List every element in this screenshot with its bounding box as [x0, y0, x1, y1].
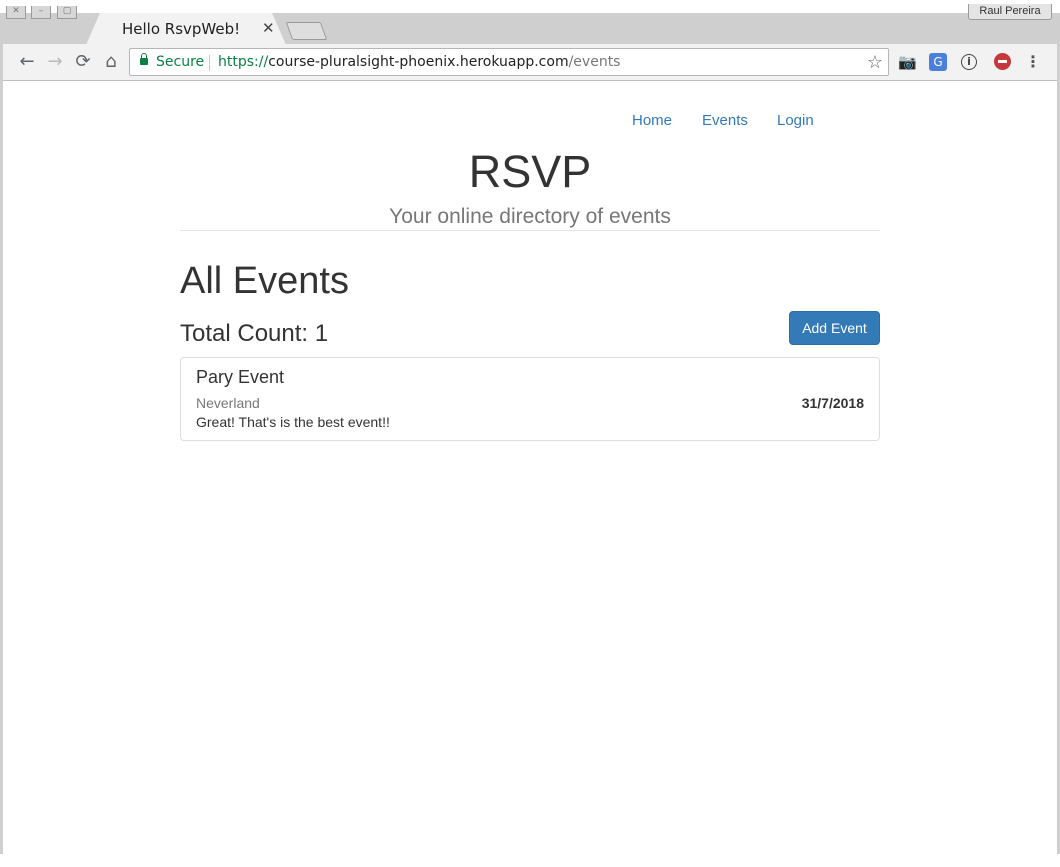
home-icon[interactable]: ⌂: [101, 52, 121, 72]
browser-titlebar: ✕ – ▢ Raul Pereira Hello RsvpWeb! ✕: [0, 0, 1060, 45]
window-maximize-icon[interactable]: ▢: [57, 6, 77, 19]
event-location: Neverland: [196, 395, 260, 411]
nav-home-link[interactable]: Home: [632, 112, 672, 129]
menu-icon[interactable]: ⋮: [1024, 53, 1042, 71]
add-event-button[interactable]: Add Event: [789, 311, 880, 345]
new-tab-button[interactable]: [285, 22, 328, 40]
secure-label: Secure: [156, 54, 205, 70]
tab-close-icon[interactable]: ✕: [262, 19, 275, 37]
page-content: Home Events Login RSVP Your online direc…: [3, 82, 1057, 854]
total-count: Total Count: 1: [180, 320, 329, 347]
titlebar-top-strip: [0, 0, 1060, 13]
nav-login-link[interactable]: Login: [777, 112, 814, 129]
browser-toolbar: ← → ⟳ ⌂ Secure https://course-pluralsigh…: [0, 44, 1060, 81]
adblock-icon[interactable]: [994, 53, 1011, 70]
camera-icon[interactable]: 📷: [898, 53, 917, 71]
page-title: All Events: [180, 260, 349, 302]
address-bar[interactable]: Secure https://course-pluralsight-phoeni…: [129, 48, 889, 76]
url-host: course-pluralsight-phoenix.herokuapp.com: [268, 54, 569, 70]
window-close-icon[interactable]: ✕: [6, 6, 26, 19]
url-scheme: https://: [218, 54, 269, 70]
reload-icon[interactable]: ⟳: [73, 52, 93, 72]
bookmark-star-icon[interactable]: ☆: [867, 52, 883, 73]
event-card[interactable]: Pary Event Neverland Great! That's is th…: [180, 357, 880, 441]
tab-title: Hello RsvpWeb!: [122, 20, 241, 38]
site-brand: RSVP: [468, 146, 592, 197]
info-icon[interactable]: i: [961, 54, 977, 70]
forward-icon[interactable]: →: [45, 52, 65, 72]
window-frame-bottom: [0, 854, 1060, 867]
lock-icon: [140, 53, 148, 65]
site-tagline: Your online directory of events: [389, 205, 671, 228]
back-icon[interactable]: ←: [17, 52, 37, 72]
profile-button[interactable]: Raul Pereira: [968, 4, 1052, 20]
omnibox-separator: [209, 55, 210, 71]
window-minimize-icon[interactable]: –: [31, 6, 51, 19]
url-text[interactable]: https://course-pluralsight-phoenix.herok…: [218, 54, 620, 70]
nav-events-link[interactable]: Events: [702, 112, 748, 129]
url-path: /events: [568, 54, 621, 70]
translate-icon[interactable]: G: [929, 53, 947, 71]
header-divider: [180, 230, 880, 231]
event-date: 31/7/2018: [801, 395, 864, 411]
event-description: Great! That's is the best event!!: [196, 414, 390, 430]
event-title: Pary Event: [196, 367, 285, 387]
